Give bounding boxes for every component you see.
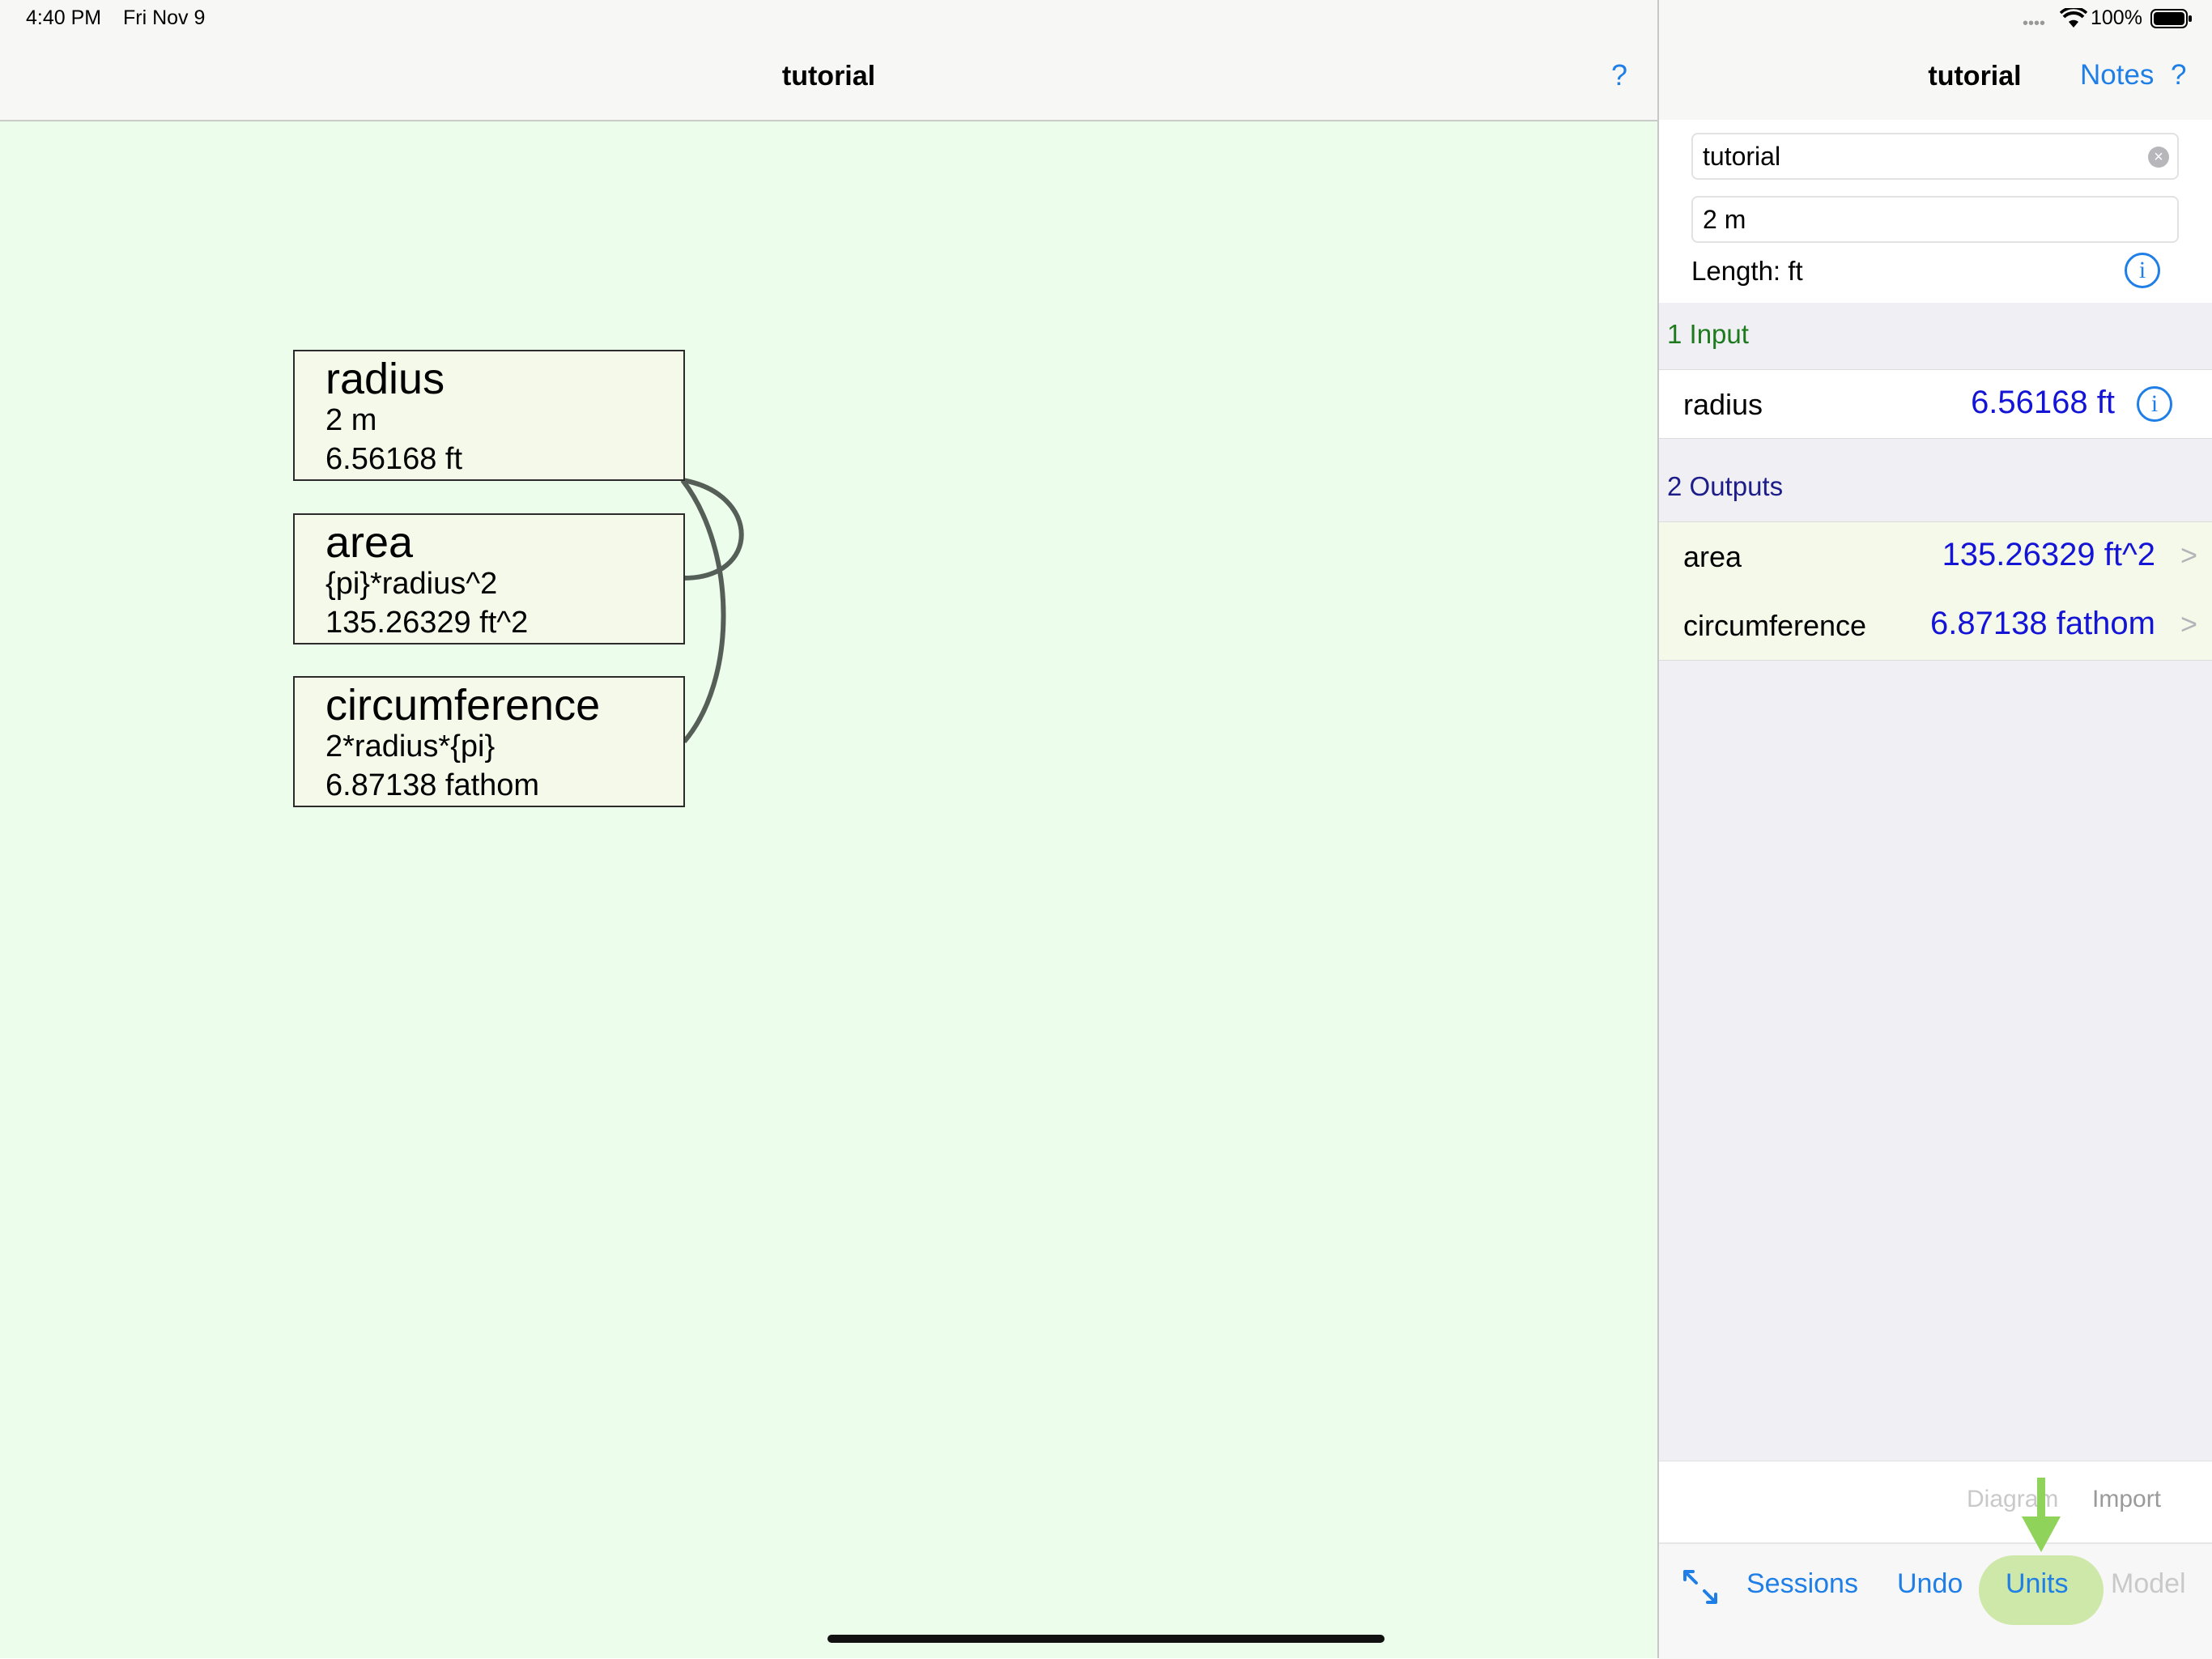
battery-icon: [2150, 9, 2192, 28]
inputs-section-header: 1 Input: [1667, 319, 1749, 349]
input-value: 6.56168 ft: [1971, 385, 2115, 420]
tutorial-arrow-icon: [2022, 1478, 2061, 1552]
name-field[interactable]: ×: [1691, 133, 2179, 180]
diagram-help-button[interactable]: ?: [1603, 58, 1636, 92]
output-value: 135.26329 ft^2: [1942, 537, 2155, 572]
diagram-links: [680, 478, 744, 743]
node-formula: 2*radius*{pi}: [325, 730, 496, 764]
info-icon[interactable]: i: [2137, 386, 2172, 422]
node-name: radius: [325, 355, 445, 403]
output-name: circumference: [1683, 609, 1867, 642]
inspector-pane: tutorial Notes ? × Length: ft i 1 Input …: [1659, 0, 2212, 1659]
input-row-radius[interactable]: radius 6.56168 ft i: [1659, 369, 2212, 439]
output-value: 6.87138 fathom: [1930, 606, 2155, 641]
status-date: Fri Nov 9: [123, 6, 206, 29]
unit-label: Length: ft: [1691, 256, 1803, 286]
link-radius-area: [682, 478, 744, 581]
wifi-icon: [2060, 8, 2087, 28]
inspector-help-button[interactable]: ?: [2171, 59, 2186, 91]
name-input[interactable]: [1693, 134, 2140, 178]
info-icon[interactable]: i: [2125, 253, 2160, 288]
node-value: 2 m: [325, 403, 377, 437]
output-row-area[interactable]: area 135.26329 ft^2 >: [1659, 521, 2212, 592]
node-name: circumference: [325, 681, 601, 730]
diagram-node-area[interactable]: area {pi}*radius^2 135.26329 ft^2: [293, 513, 685, 644]
input-name: radius: [1683, 388, 1763, 421]
chevron-right-icon: >: [2180, 538, 2197, 572]
variable-editor: × Length: ft i: [1659, 120, 2212, 303]
clear-icon[interactable]: ×: [2148, 147, 2169, 168]
outputs-section-header: 2 Outputs: [1667, 471, 1784, 501]
value-field[interactable]: [1691, 196, 2179, 243]
output-row-circumference[interactable]: circumference 6.87138 fathom >: [1659, 591, 2212, 661]
status-bar: 4:40 PM Fri Nov 9 •••• 100%: [0, 0, 2212, 39]
node-formula: {pi}*radius^2: [325, 567, 498, 601]
node-result: 6.87138 fathom: [325, 768, 540, 802]
diagram-node-circumference[interactable]: circumference 2*radius*{pi} 6.87138 fath…: [293, 676, 685, 807]
node-result: 135.26329 ft^2: [325, 606, 529, 640]
diagram-pane: tutorial ? radius 2 m 6.56168 ft area {p…: [0, 0, 1657, 1658]
diagram-title: tutorial: [781, 61, 876, 91]
chevron-right-icon: >: [2180, 607, 2197, 640]
notes-button[interactable]: Notes: [2080, 59, 2154, 91]
node-converted-value: 6.56168 ft: [325, 442, 463, 476]
link-radius-circumference: [680, 479, 726, 743]
status-time: 4:40 PM: [26, 6, 102, 29]
output-name: area: [1683, 540, 1742, 573]
battery-percent: 100%: [2091, 6, 2142, 29]
node-name: area: [325, 518, 414, 567]
diagram-node-radius[interactable]: radius 2 m 6.56168 ft: [293, 350, 685, 481]
home-indicator[interactable]: [827, 1635, 1385, 1643]
inspector-title: tutorial: [1928, 61, 2022, 91]
value-input[interactable]: [1693, 198, 2140, 241]
cellular-dots-icon: ••••: [2023, 15, 2046, 32]
bottom-toolbar-area: Diagram Import Sessions Undo Units Model: [1659, 1461, 2212, 1659]
